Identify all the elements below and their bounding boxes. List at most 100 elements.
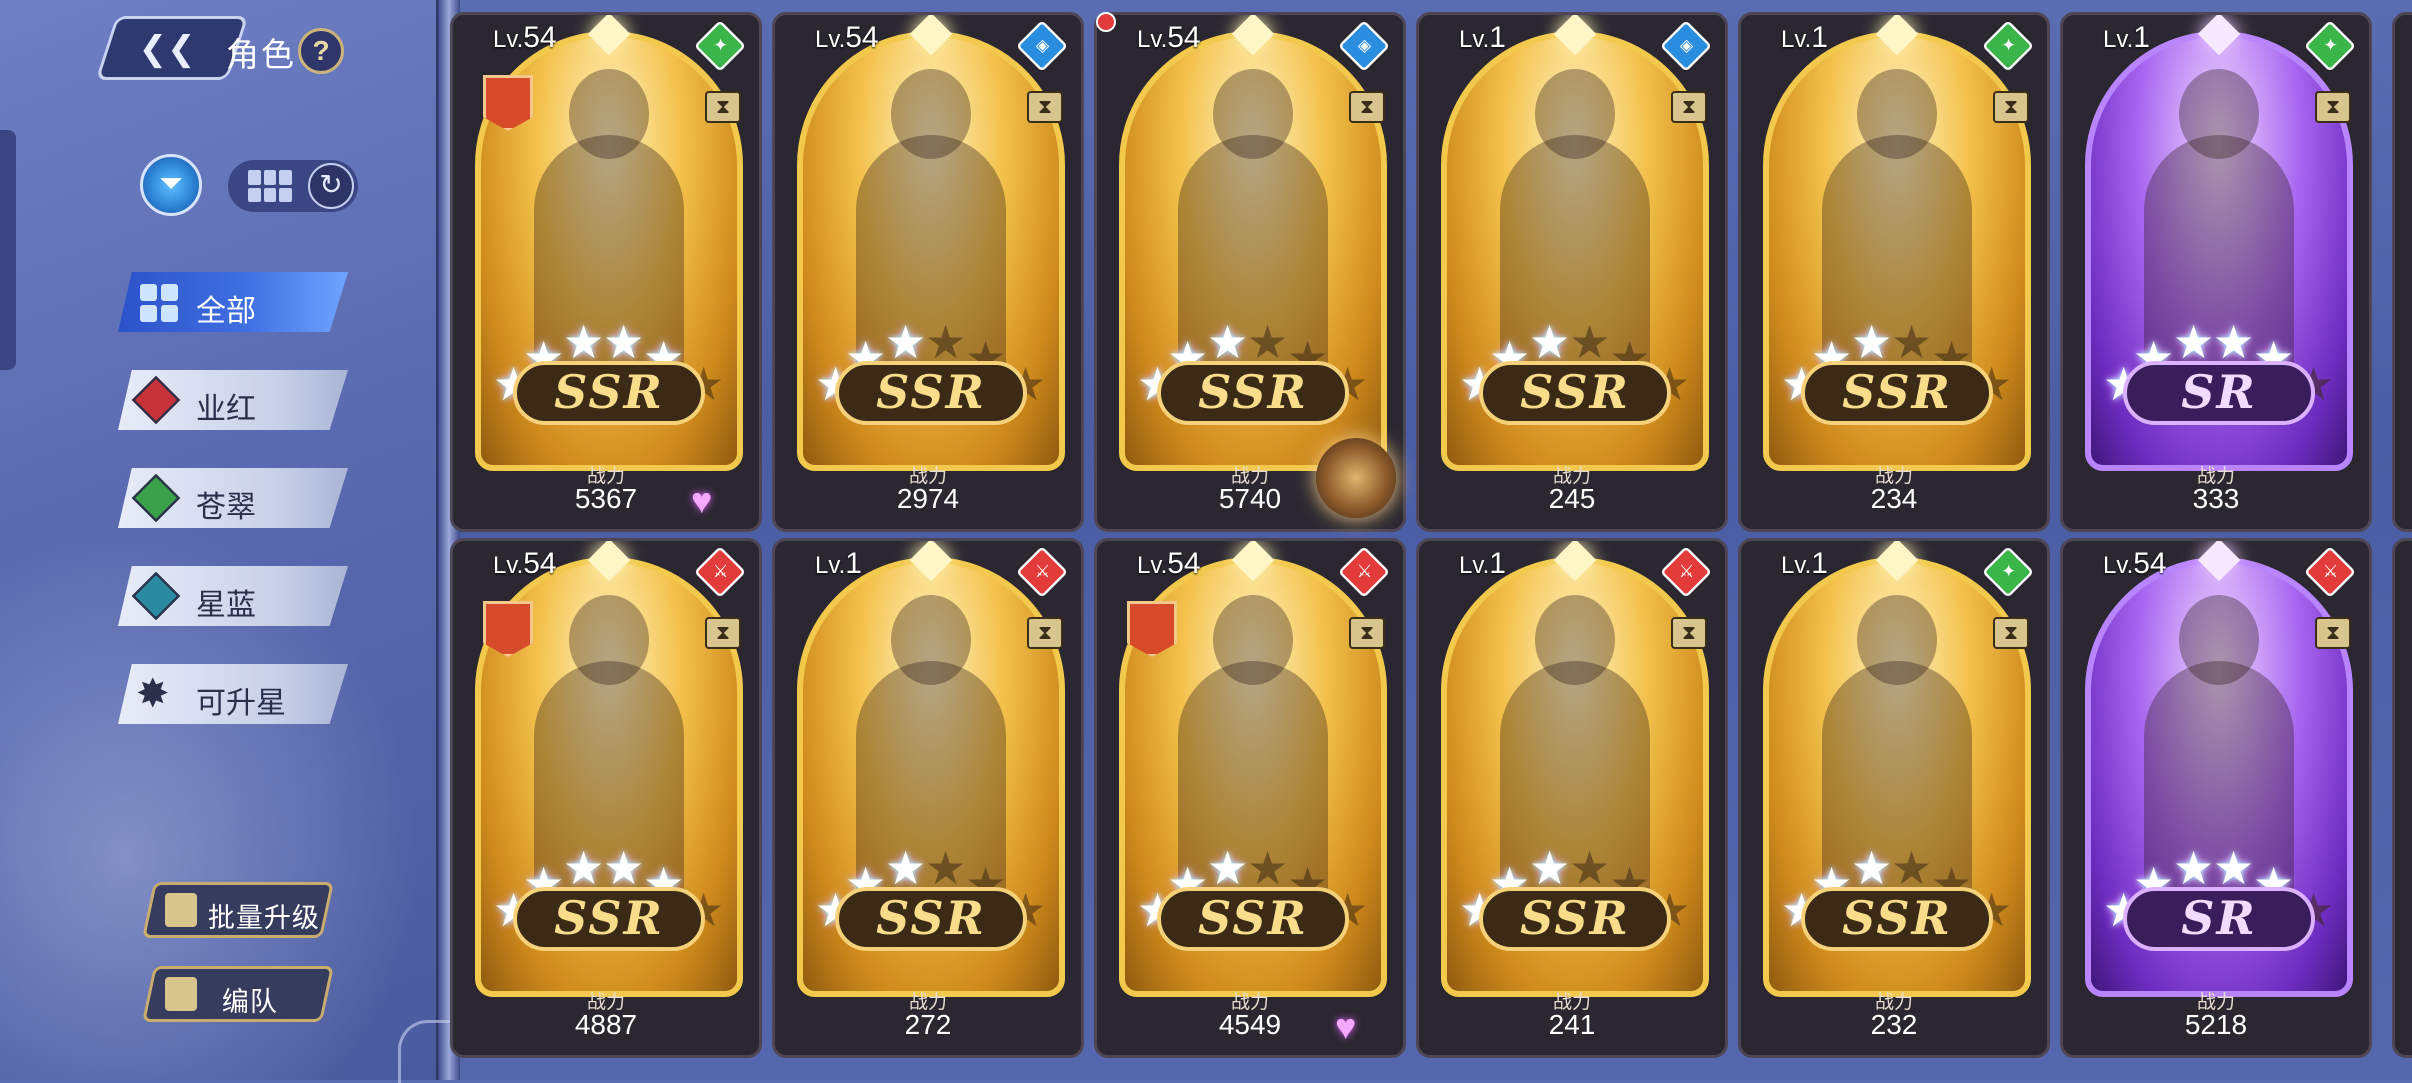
category-starblue[interactable]: 星蓝	[118, 566, 348, 626]
star-icon: ★	[1247, 842, 1289, 894]
character-card[interactable]: Lv.1◈⧗★★★★★★SSR战力245	[1416, 12, 1728, 532]
character-card[interactable]: Lv.1✦⧗★★★★★★SSR战力234	[1738, 12, 2050, 532]
partial-card[interactable]	[2392, 538, 2412, 1058]
star-icon: ★	[2173, 316, 2215, 368]
hourglass-icon: ⧗	[1993, 91, 2029, 123]
heart-icon: ♥	[1335, 1006, 1357, 1047]
card-level: Lv.54	[815, 21, 879, 54]
star-icon: ★	[925, 316, 967, 368]
notification-dot	[1096, 12, 1116, 32]
star-icon: ★	[1247, 316, 1289, 368]
category-crimson[interactable]: 业红	[118, 370, 348, 430]
refresh-icon[interactable]: ↻	[308, 163, 354, 209]
character-card[interactable]: Lv.1✦⧗★★★★★★SR战力333	[2060, 12, 2372, 532]
character-card[interactable]: Lv.54✦⧗★★★★★★SSR战力5367♥	[450, 12, 762, 532]
character-card[interactable]: Lv.54⚔⧗★★★★★★SR战力5218	[2060, 538, 2372, 1058]
card-level: Lv.54	[493, 547, 557, 580]
bulk-upgrade-button[interactable]: 批量升级	[142, 882, 334, 938]
formation-label: 编队	[221, 987, 278, 1017]
star-icon: ★	[1891, 316, 1933, 368]
green-element-icon: ✦	[1981, 545, 2035, 599]
hourglass-icon: ⧗	[1027, 617, 1063, 649]
view-toggle[interactable]: ↻	[228, 160, 358, 212]
help-button[interactable]: ?	[298, 28, 344, 74]
star-icon: ★	[1851, 842, 1893, 894]
character-card[interactable]: Lv.1⚔⧗★★★★★★SSR战力272	[772, 538, 1084, 1058]
rarity-badge: SSR	[1479, 361, 1671, 425]
star-icon: ★	[1207, 316, 1249, 368]
green-element-icon: ✦	[2303, 19, 2357, 73]
rarity-badge: SSR	[1801, 361, 1993, 425]
formation-icon	[165, 977, 197, 1011]
page-title: 角色	[226, 36, 296, 73]
card-level: Lv.54	[1137, 21, 1201, 54]
power-value: 232	[1870, 1009, 1918, 1040]
star-icon: ★	[1569, 316, 1611, 368]
category-label: 可升星	[196, 687, 286, 720]
grid-view-icon[interactable]	[248, 170, 292, 202]
blue-element-icon: ◈	[1337, 19, 1391, 73]
card-level: Lv.1	[2103, 21, 2150, 54]
character-card[interactable]: Lv.54◈⧗★★★★★★SSR战力2974	[772, 12, 1084, 532]
hourglass-icon: ⧗	[705, 91, 741, 123]
category-label: 星蓝	[196, 589, 256, 622]
side-handle[interactable]	[0, 130, 16, 370]
power-value: 5218	[2184, 1009, 2248, 1040]
star-icon: ★	[2213, 842, 2255, 894]
blue-element-icon: ◈	[1015, 19, 1069, 73]
star-icon: ★	[563, 842, 605, 894]
rarity-badge: SSR	[1801, 887, 1993, 951]
rarity-badge: SR	[2123, 887, 2315, 951]
rarity-badge: SSR	[1157, 361, 1349, 425]
category-all[interactable]: 全部	[118, 272, 348, 332]
filter-button[interactable]: ⏷	[140, 154, 202, 216]
category-label: 苍翠	[196, 491, 256, 524]
blue-gem-icon	[131, 571, 181, 621]
rarity-badge: SR	[2123, 361, 2315, 425]
card-level: Lv.1	[1459, 547, 1506, 580]
rarity-badge: SSR	[513, 887, 705, 951]
rarity-badge: SSR	[835, 887, 1027, 951]
star-icon: ★	[1851, 316, 1893, 368]
category-upgradable[interactable]: ✸ 可升星	[118, 664, 348, 724]
red-element-icon: ⚔	[1015, 545, 1069, 599]
rarity-badge: SSR	[1479, 887, 1671, 951]
power-value: 2974	[896, 483, 960, 514]
character-card[interactable]: Lv.54⚔⧗★★★★★★SSR战力4887	[450, 538, 762, 1058]
all-category-icon	[140, 284, 178, 322]
category-verdant[interactable]: 苍翠	[118, 468, 348, 528]
star-icon: ★	[1529, 842, 1571, 894]
green-element-icon: ✦	[693, 19, 747, 73]
hourglass-icon: ⧗	[1993, 617, 2029, 649]
power-value: 241	[1548, 1009, 1596, 1040]
character-card[interactable]: Lv.54⚔⧗★★★★★★SSR战力4549♥	[1094, 538, 1406, 1058]
emblem-icon	[1316, 438, 1396, 518]
star-icon: ★	[2173, 842, 2215, 894]
card-level: Lv.54	[1137, 547, 1201, 580]
star-icon: ★	[563, 316, 605, 368]
star-icon: ★	[885, 316, 927, 368]
hourglass-icon: ⧗	[1027, 91, 1063, 123]
card-level: Lv.54	[493, 21, 557, 54]
hourglass-icon: ⧗	[1671, 617, 1707, 649]
character-card[interactable]: Lv.1⚔⧗★★★★★★SSR战力241	[1416, 538, 1728, 1058]
rarity-badge: SSR	[835, 361, 1027, 425]
star-upgrade-icon: ✸	[136, 672, 170, 716]
filter-icon: ⏷	[159, 167, 183, 200]
red-element-icon: ⚔	[1659, 545, 1713, 599]
heart-icon: ♥	[691, 480, 713, 521]
card-level: Lv.1	[1781, 21, 1828, 54]
star-icon: ★	[885, 842, 927, 894]
card-level: Lv.1	[1459, 21, 1506, 54]
red-gem-icon	[131, 375, 181, 425]
green-gem-icon	[131, 473, 181, 523]
green-element-icon: ✦	[1981, 19, 2035, 73]
star-icon: ★	[1891, 842, 1933, 894]
card-level: Lv.1	[815, 547, 862, 580]
formation-button[interactable]: 编队	[142, 966, 334, 1022]
hourglass-icon: ⧗	[1349, 91, 1385, 123]
partial-card[interactable]	[2392, 12, 2412, 532]
character-card[interactable]: Lv.1✦⧗★★★★★★SSR战力232	[1738, 538, 2050, 1058]
hourglass-icon: ⧗	[1671, 91, 1707, 123]
card-level: Lv.1	[1781, 547, 1828, 580]
